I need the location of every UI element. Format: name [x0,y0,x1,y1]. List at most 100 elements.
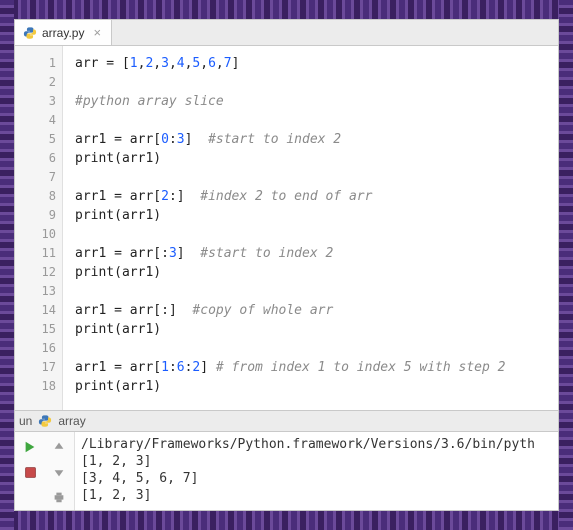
token-op: = [106,360,129,375]
close-icon[interactable]: × [93,25,101,40]
code-line[interactable]: arr1 = arr[:] #copy of whole arr [75,301,558,320]
stop-button[interactable] [17,461,43,483]
editor-tab-array[interactable]: array.py × [15,20,112,45]
code-line[interactable]: arr1 = arr[0:3] #start to index 2 [75,130,558,149]
line-number: 4 [15,111,56,130]
ide-window: array.py × 123456789101112131415161718 a… [14,19,559,511]
code-line[interactable]: arr1 = arr[2:] #index 2 to end of arr [75,187,558,206]
token-pun: , [153,56,161,71]
token-com: #index 2 to end of arr [200,189,372,204]
line-number: 2 [15,73,56,92]
code-line[interactable]: print(arr1) [75,263,558,282]
run-config-name: array [58,414,85,428]
token-brk: ] [177,246,185,261]
token-pun: : [169,132,177,147]
token-brk: ] [177,189,185,204]
line-number: 7 [15,168,56,187]
line-number: 17 [15,358,56,377]
token-brk: [ [153,189,161,204]
token-pun: : [161,303,169,318]
rerun-button[interactable] [17,436,43,458]
token-num: 3 [161,56,169,71]
scroll-up-button[interactable] [46,436,72,458]
token-num: 2 [161,189,169,204]
token-com: # from index 1 to index 5 with step 2 [216,360,506,375]
token-var: arr1 [75,360,106,375]
console-line: [1, 2, 3] [81,487,552,504]
line-number: 13 [15,282,56,301]
line-number: 15 [15,320,56,339]
token-brk: ) [153,151,161,166]
token-num: 1 [161,360,169,375]
token-fn: print [75,379,114,394]
token-var [177,303,193,318]
token-brk: [ [122,56,130,71]
scroll-down-button[interactable] [46,461,72,483]
code-line[interactable] [75,111,558,130]
editor-tab-filename: array.py [42,26,84,40]
toolbar-extra-1[interactable] [17,486,43,508]
console-line: /Library/Frameworks/Python.framework/Ver… [81,436,552,453]
console-output[interactable]: /Library/Frameworks/Python.framework/Ver… [75,432,558,510]
token-var [192,132,208,147]
code-area[interactable]: arr = [1,2,3,4,5,6,7] #python array slic… [63,46,558,410]
token-brk: [ [153,246,161,261]
console-line: [1, 2, 3] [81,453,552,470]
token-num: 3 [177,132,185,147]
token-var [185,246,201,261]
token-var: arr [130,132,153,147]
token-fn: print [75,265,114,280]
code-line[interactable]: print(arr1) [75,320,558,339]
code-line[interactable]: arr1 = arr[1:6:2] # from index 1 to inde… [75,358,558,377]
token-var: arr1 [122,151,153,166]
line-number: 11 [15,244,56,263]
token-var: arr [130,360,153,375]
code-line[interactable] [75,225,558,244]
token-var: arr [130,303,153,318]
line-number: 9 [15,206,56,225]
token-brk: ) [153,265,161,280]
code-line[interactable]: #python array slice [75,92,558,111]
token-op: = [106,132,129,147]
token-var: arr [130,189,153,204]
code-line[interactable]: arr = [1,2,3,4,5,6,7] [75,54,558,73]
token-var: arr1 [122,265,153,280]
line-number: 6 [15,149,56,168]
token-op: = [98,56,121,71]
line-number: 5 [15,130,56,149]
token-fn: print [75,208,114,223]
token-var: arr1 [75,246,106,261]
token-var: arr1 [75,303,106,318]
code-editor[interactable]: 123456789101112131415161718 arr = [1,2,3… [15,46,558,410]
token-brk: ] [169,303,177,318]
decorative-border-left [0,0,14,530]
line-number: 8 [15,187,56,206]
token-num: 0 [161,132,169,147]
token-brk: ( [114,208,122,223]
token-brk: ( [114,151,122,166]
line-number-gutter: 123456789101112131415161718 [15,46,63,410]
code-line[interactable] [75,73,558,92]
code-line[interactable] [75,282,558,301]
decorative-border-bottom [0,511,573,530]
token-pun: : [161,246,169,261]
token-num: 7 [224,56,232,71]
token-brk: ] [200,360,208,375]
line-number: 14 [15,301,56,320]
code-line[interactable]: print(arr1) [75,206,558,225]
token-com: #copy of whole arr [192,303,333,318]
token-op: = [106,189,129,204]
token-com: #start to index 2 [208,132,341,147]
token-num: 6 [208,56,216,71]
code-line[interactable]: arr1 = arr[:3] #start to index 2 [75,244,558,263]
token-brk: ( [114,379,122,394]
code-line[interactable]: print(arr1) [75,149,558,168]
code-line[interactable] [75,168,558,187]
token-op: = [106,303,129,318]
token-com: #python array slice [75,94,224,109]
python-file-icon [23,26,37,40]
code-line[interactable]: print(arr1) [75,377,558,396]
print-button[interactable] [46,486,72,508]
code-line[interactable] [75,339,558,358]
token-num: 6 [177,360,185,375]
